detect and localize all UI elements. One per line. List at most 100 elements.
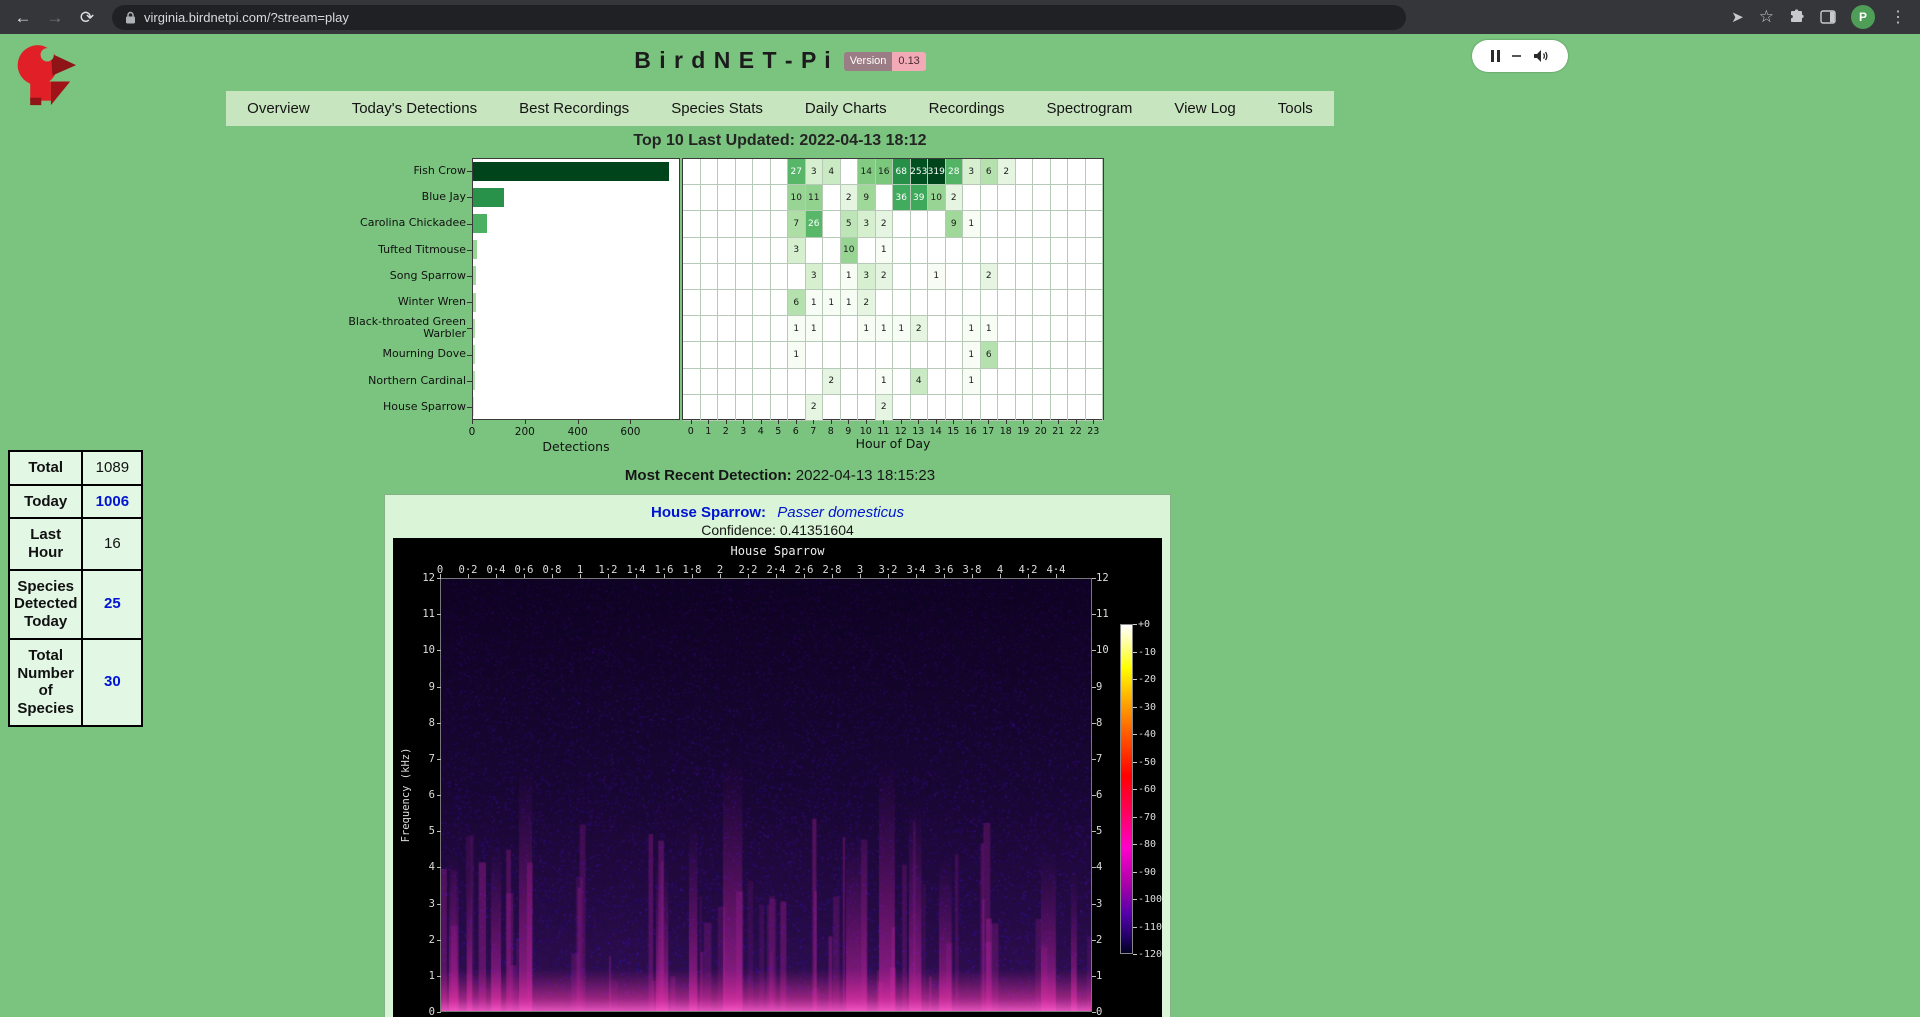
heat-cell xyxy=(718,238,736,264)
nav-item-recordings[interactable]: Recordings xyxy=(908,91,1026,126)
heat-cell xyxy=(1086,185,1104,211)
heat-cell xyxy=(1051,369,1069,395)
heat-cell xyxy=(1068,238,1086,264)
heat-cell xyxy=(718,185,736,211)
time-tick-mark xyxy=(1056,574,1057,578)
profile-avatar[interactable]: P xyxy=(1851,5,1875,29)
freq-tick-label-right: 5 xyxy=(1096,825,1102,837)
heat-cell xyxy=(893,369,911,395)
heat-cell: 1 xyxy=(788,316,806,342)
heat-cell xyxy=(893,290,911,316)
heat-cell: 1 xyxy=(928,264,946,290)
extensions-icon[interactable] xyxy=(1789,9,1805,25)
heat-cell: 1 xyxy=(876,238,894,264)
freq-tick-mark xyxy=(1092,723,1096,724)
stat-label: Last Hour xyxy=(9,518,82,569)
species-common-name-link[interactable]: House Sparrow: xyxy=(651,504,766,521)
colorbar-tick-mark xyxy=(1133,817,1137,818)
heat-cell: 9 xyxy=(946,211,964,237)
heat-cell xyxy=(718,264,736,290)
time-tick-mark xyxy=(496,574,497,578)
heat-cell xyxy=(981,395,999,421)
spectrogram: House Sparrow Frequency (kHz) 00·20·40·6… xyxy=(393,538,1162,1017)
forward-icon[interactable]: → xyxy=(42,4,68,30)
hour-tick-label: 19 xyxy=(1017,426,1029,437)
species-label: Song Sparrow xyxy=(330,263,466,289)
nav-item-daily-charts[interactable]: Daily Charts xyxy=(784,91,908,126)
stat-value-link[interactable]: 30 xyxy=(82,639,142,726)
freq-tick-label-right: 0 xyxy=(1096,1006,1102,1017)
heat-cell xyxy=(981,369,999,395)
time-tick-mark xyxy=(1000,574,1001,578)
lock-icon xyxy=(125,11,136,24)
confidence-value: 0.41351604 xyxy=(780,522,854,538)
heat-cell xyxy=(1016,185,1034,211)
nav-item-overview[interactable]: Overview xyxy=(226,91,331,126)
hour-tick-mark xyxy=(1023,420,1024,424)
freq-tick-label-right: 1 xyxy=(1096,970,1102,982)
heat-cell xyxy=(1051,185,1069,211)
heat-cell xyxy=(928,395,946,421)
heat-cell xyxy=(788,369,806,395)
audio-player[interactable] xyxy=(1472,40,1568,72)
hour-tick-mark xyxy=(726,420,727,424)
nav-item-view-log[interactable]: View Log xyxy=(1153,91,1256,126)
main-nav: OverviewToday's DetectionsBest Recording… xyxy=(226,91,1334,126)
nav-item-tools[interactable]: Tools xyxy=(1257,91,1334,126)
stat-value-link[interactable]: 25 xyxy=(82,570,142,639)
heat-cell xyxy=(736,369,754,395)
heat-cell xyxy=(701,369,719,395)
time-tick-mark xyxy=(860,574,861,578)
hour-tick-mark xyxy=(761,420,762,424)
heat-cell xyxy=(718,369,736,395)
hour-tick-label: 21 xyxy=(1052,426,1064,437)
heat-cell xyxy=(1016,290,1034,316)
send-icon[interactable]: ➤ xyxy=(1731,8,1744,26)
page-title: B i r d N E T - P i xyxy=(634,47,832,74)
colorbar-tick-mark xyxy=(1133,762,1137,763)
nav-item-best-recordings[interactable]: Best Recordings xyxy=(498,91,650,126)
colorbar-tick-mark xyxy=(1133,789,1137,790)
heat-cell xyxy=(1068,159,1086,185)
freq-tick-label-right: 6 xyxy=(1096,789,1102,801)
freq-tick-label-left: 1 xyxy=(395,970,435,982)
stat-label: Total Number of Species xyxy=(9,639,82,726)
heat-cell xyxy=(771,185,789,211)
time-tick-mark xyxy=(552,574,553,578)
url-bar[interactable]: virginia.birdnetpi.com/?stream=play xyxy=(112,5,1406,30)
heat-cell xyxy=(771,238,789,264)
back-icon[interactable]: ← xyxy=(10,4,36,30)
freq-tick-mark xyxy=(1092,831,1096,832)
time-tick-mark xyxy=(1028,574,1029,578)
side-panel-icon[interactable] xyxy=(1820,10,1836,24)
reload-icon[interactable]: ⟳ xyxy=(74,4,100,30)
menu-icon[interactable]: ⋮ xyxy=(1890,7,1906,27)
heat-cell: 39 xyxy=(911,185,929,211)
freq-tick-mark xyxy=(1092,1012,1096,1013)
freq-tick-label-right: 11 xyxy=(1096,608,1109,620)
nav-item-today-s-detections[interactable]: Today's Detections xyxy=(331,91,498,126)
nav-item-spectrogram[interactable]: Spectrogram xyxy=(1025,91,1153,126)
hour-tick-label: 5 xyxy=(775,426,781,437)
heat-cell xyxy=(998,185,1016,211)
colorbar-tick-mark xyxy=(1133,927,1137,928)
heat-cell xyxy=(753,316,771,342)
heat-cell xyxy=(736,185,754,211)
heat-cell: 9 xyxy=(858,185,876,211)
nav-item-species-stats[interactable]: Species Stats xyxy=(650,91,784,126)
y-tick-mark xyxy=(467,171,472,172)
heat-cell xyxy=(946,342,964,368)
main-nav-wrap: OverviewToday's DetectionsBest Recording… xyxy=(0,91,1560,126)
pause-icon[interactable] xyxy=(1491,50,1500,62)
bookmark-star-icon[interactable]: ☆ xyxy=(1759,7,1774,27)
species-scientific-name-link[interactable]: Passer domesticus xyxy=(777,504,904,521)
bar-axis-title: Detections xyxy=(542,439,609,454)
heat-cell xyxy=(771,369,789,395)
heat-cell: 4 xyxy=(911,369,929,395)
birdnetpi-page: B i r d N E T - P i Version 0.13 Overvie… xyxy=(0,34,1920,1017)
volume-icon[interactable] xyxy=(1533,49,1549,63)
stat-value-link[interactable]: 1006 xyxy=(82,485,142,519)
heat-cell: 3 xyxy=(858,264,876,290)
heat-cell xyxy=(1068,264,1086,290)
heat-cell xyxy=(823,316,841,342)
